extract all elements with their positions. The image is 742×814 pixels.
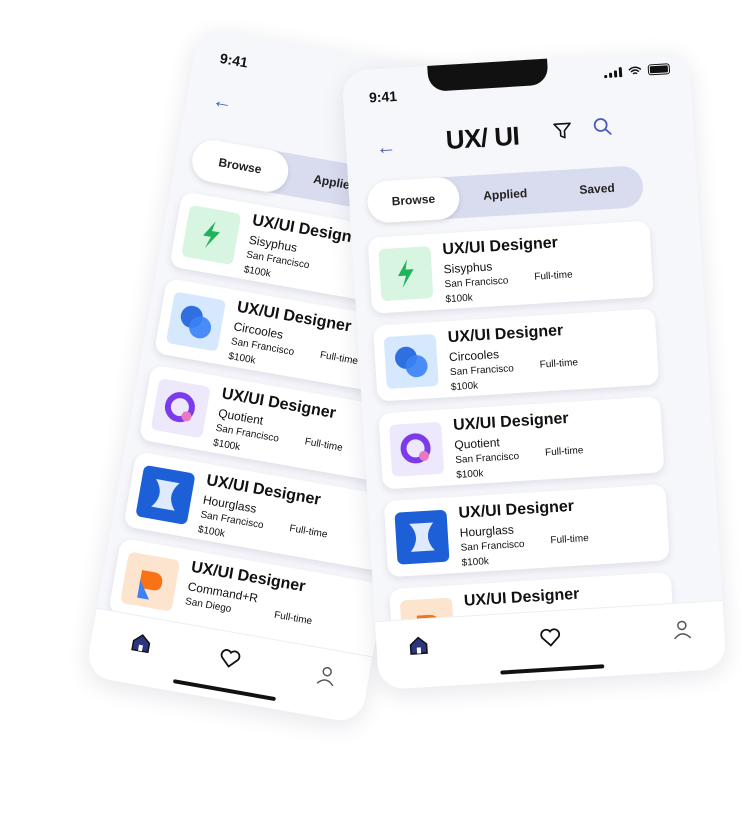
wifi-icon — [628, 66, 642, 74]
heart-icon[interactable] — [216, 645, 244, 673]
profile-icon[interactable] — [313, 662, 341, 690]
sisyphus-logo-icon — [378, 246, 434, 302]
quotient-logo-icon — [150, 378, 211, 439]
job-title: UX/UI Designer — [463, 585, 580, 610]
quotient-logo-icon — [389, 421, 445, 477]
job-card[interactable]: UX/UI Designer Hourglass San Francisco $… — [383, 484, 670, 578]
job-salary: $100k — [212, 437, 241, 454]
heart-icon[interactable] — [538, 625, 563, 650]
job-salary: $100k — [455, 468, 484, 481]
signal-icon — [604, 66, 623, 78]
job-location: San Francisco — [460, 538, 525, 554]
job-salary: $100k — [242, 264, 272, 280]
status-time: 9:41 — [218, 49, 250, 71]
search-icon[interactable] — [591, 115, 614, 138]
job-salary: $100k — [196, 524, 226, 540]
circooles-logo-icon — [383, 333, 439, 390]
job-type: Full-time — [288, 523, 329, 541]
profile-icon[interactable] — [669, 617, 694, 642]
status-time: 9:41 — [368, 87, 398, 106]
back-arrow-icon[interactable]: ← — [211, 89, 235, 115]
job-title: UX/UI Designer — [458, 497, 575, 522]
segmented-tabs: Browse Applied Saved — [366, 165, 645, 224]
tab-applied[interactable]: Applied — [459, 185, 552, 205]
job-type: Full-time — [544, 445, 584, 459]
job-type: Full-time — [303, 436, 344, 454]
home-icon[interactable] — [127, 629, 155, 657]
job-type: Full-time — [319, 349, 359, 368]
company-name: Quotient — [454, 435, 501, 452]
job-salary: $100k — [227, 350, 257, 367]
company-name: Hourglass — [459, 522, 515, 540]
sisyphus-logo-icon — [181, 204, 242, 266]
job-card[interactable]: UX/UI Designer Quotient San Francisco $1… — [378, 396, 665, 490]
job-salary: $100k — [461, 556, 490, 569]
tab-saved[interactable]: Saved — [551, 179, 644, 199]
job-title: UX/UI Designer — [452, 409, 570, 435]
hourglass-logo-icon — [135, 464, 196, 526]
job-type: Full-time — [550, 532, 590, 547]
job-salary: $100k — [445, 292, 474, 306]
job-location: San Francisco — [449, 363, 515, 379]
hourglass-logo-icon — [394, 509, 450, 565]
job-type: Full-time — [273, 609, 313, 628]
job-title: UX/UI Designer — [447, 322, 564, 347]
job-type: Full-time — [539, 357, 579, 371]
home-indicator — [500, 664, 605, 675]
page-title: UX/ UI — [444, 120, 521, 155]
phone-screen-front: 9:41 ← UX/ UI Browse Applied Saved UX/UI… — [341, 49, 727, 691]
company-name: Sisyphus — [443, 259, 493, 277]
company-name: Circooles — [448, 347, 500, 365]
job-location: San Francisco — [455, 451, 520, 466]
notch — [426, 54, 549, 92]
circooles-logo-icon — [165, 291, 227, 352]
home-icon[interactable] — [406, 633, 431, 658]
job-salary: $100k — [450, 380, 479, 394]
tab-browse[interactable]: Browse — [188, 136, 292, 195]
commandr-logo-icon — [120, 551, 181, 612]
job-list: UX/UI Designer Sisyphus San Francisco $1… — [367, 220, 676, 666]
back-arrow-icon[interactable]: ← — [375, 136, 396, 160]
tab-browse[interactable]: Browse — [366, 176, 461, 224]
job-title: UX/UI Designer — [441, 234, 559, 259]
job-type: Full-time — [534, 269, 573, 283]
status-icons — [604, 63, 671, 78]
battery-icon — [647, 63, 671, 76]
home-indicator — [172, 679, 276, 702]
job-card[interactable]: UX/UI Designer Circooles San Francisco $… — [372, 308, 660, 402]
filter-icon[interactable] — [551, 119, 574, 142]
job-card[interactable]: UX/UI Designer Sisyphus San Francisco $1… — [367, 220, 654, 314]
job-location: San Francisco — [444, 275, 509, 291]
